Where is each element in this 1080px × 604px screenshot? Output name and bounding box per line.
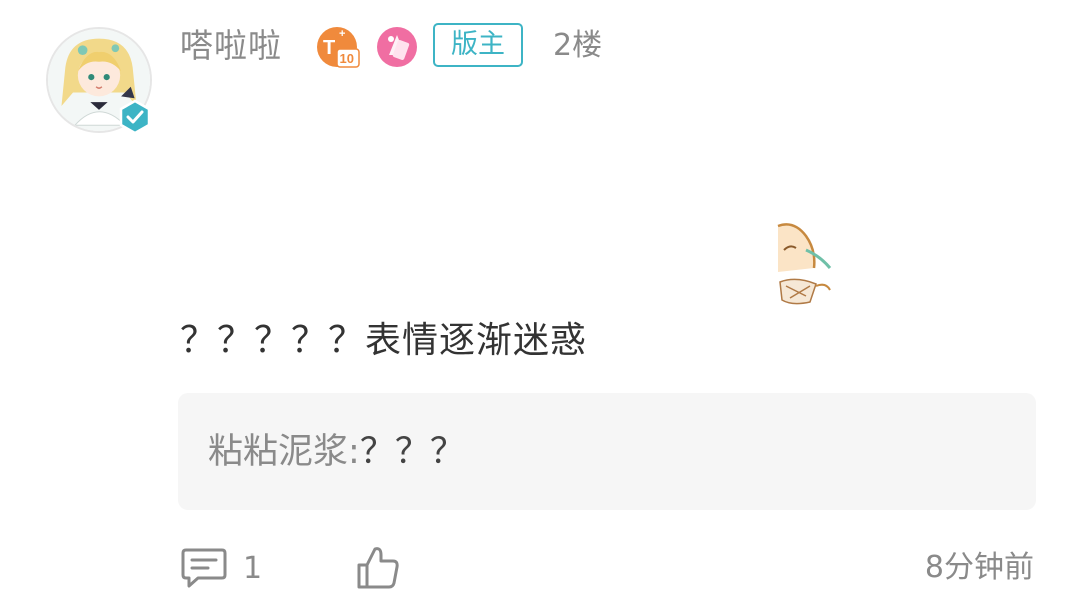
reply-preview[interactable]: 粘粘泥浆:？？？ [178,393,1036,510]
reply-separator: : [348,432,360,472]
verified-check-icon [117,99,153,135]
level-badge: T + 10 [315,25,361,69]
moderator-badge: 版主 [433,23,523,67]
reply-content: ？？？ [359,432,465,472]
post-time: 8分钟前 [924,550,1034,585]
thumbs-up-icon[interactable] [355,543,401,591]
floor-number: 2楼 [553,28,603,63]
honor-badge-icon [375,25,419,69]
author-name[interactable]: 嗒啦啦 [180,24,282,68]
level-badge-number: 10 [340,51,354,66]
sticker-image[interactable] [776,220,836,312]
post-content: ？？？？？表情逐渐迷惑 [180,320,588,361]
reply-author[interactable]: 粘粘泥浆 [208,432,348,472]
comment-bubble-icon[interactable] [180,545,228,591]
svg-text:+: + [339,28,345,40]
comment-count: 1 [243,551,263,586]
svg-text:T: T [323,37,335,59]
reply-line: 粘粘泥浆:？？？ [208,429,465,475]
